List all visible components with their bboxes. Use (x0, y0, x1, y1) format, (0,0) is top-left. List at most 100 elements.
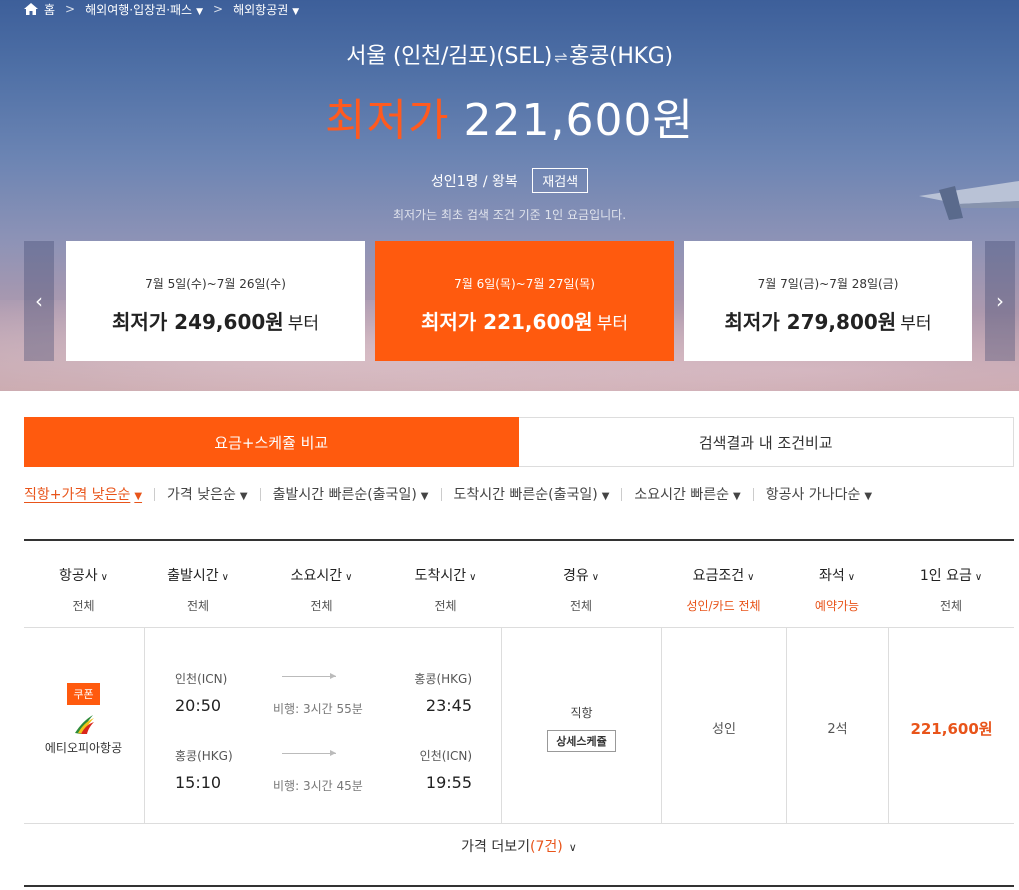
prev-dates-button[interactable]: ‹ (24, 241, 54, 361)
date-card-price: 최저가 221,600원 부터 (375, 306, 674, 335)
price-per-person[interactable]: 221,600원 (889, 718, 1014, 739)
fare-condition-cell: 성인 (661, 628, 786, 823)
flight-arrow-icon (282, 750, 336, 756)
via-cell: 직항 상세스케쥴 (501, 628, 661, 823)
column-airline: 항공사 ∨ 전체 (24, 541, 143, 628)
caret-down-icon: ▼ (292, 6, 300, 17)
column-header[interactable]: 경유 ∨ (501, 565, 661, 585)
price-cell[interactable]: 221,600원 (888, 628, 1014, 823)
column-filter[interactable]: 전체 (24, 597, 143, 614)
column-header[interactable]: 요금조건 ∨ (661, 565, 786, 585)
sort-direct-price-label: 직항+가격 낮은순 (24, 487, 131, 503)
coupon-badge: 쿠폰 (67, 683, 100, 705)
sort-airline[interactable]: 항공사 가나다순 ▼ (766, 484, 872, 504)
column-filter[interactable]: 전체 (253, 597, 390, 614)
seats-available: 2석 (827, 722, 848, 737)
sort-departure[interactable]: 출발시간 빠른순(출국일) ▼ (273, 484, 429, 504)
breadcrumb-home[interactable]: 홈 (44, 1, 55, 18)
column-header[interactable]: 출발시간 ∨ (143, 565, 253, 585)
arrival-time: 19:55 (425, 773, 472, 792)
column-header[interactable]: 1인 요금 ∨ (888, 565, 1014, 585)
lowest-price-headline: 최저가 221,600원 (0, 84, 1019, 148)
via-type: 직항 (570, 706, 593, 720)
breadcrumb-overseas-travel[interactable]: 해외여행·입장권·패스 ▼ (85, 1, 203, 18)
column-filter[interactable]: 전체 (501, 597, 661, 614)
tab-fare-schedule[interactable]: 요금+스케쥴 비교 (24, 417, 519, 467)
column-duration: 소요시간 ∨ 전체 (253, 541, 390, 628)
column-seats: 좌석 ∨ 예약가능 (786, 541, 888, 628)
chevron-down-icon: ∨ (568, 841, 577, 854)
column-header-label: 출발시간 (167, 568, 219, 584)
chevron-down-icon: ∨ (469, 572, 477, 583)
column-header[interactable]: 항공사 ∨ (24, 565, 143, 585)
sort-airline-label: 항공사 가나다순 (765, 487, 861, 503)
date-card-suffix: 부터 (287, 314, 319, 334)
passenger-summary: 성인1명 / 왕복 재검색 (0, 168, 1019, 193)
date-card-dates: 7월 7일(금)~7월 28일(금) (757, 277, 899, 291)
ethiopian-airlines-logo-icon (74, 715, 94, 734)
column-header[interactable]: 좌석 ∨ (786, 565, 888, 585)
table-row: 쿠폰 에티오피아항공 인천(ICN) 20:50 비행: 3시간 55분 홍콩(… (24, 628, 1014, 824)
chevron-right-icon: › (996, 289, 1004, 313)
chevron-down-icon: ∨ (591, 572, 600, 583)
research-button[interactable]: 재검색 (532, 168, 589, 193)
arrival-time: 23:45 (425, 696, 472, 715)
detail-schedule-button[interactable]: 상세스케쥴 (547, 730, 616, 752)
column-filter[interactable]: 전체 (390, 597, 501, 614)
column-header-label: 도착시간 (414, 568, 467, 584)
column-filter[interactable]: 전체 (143, 597, 253, 614)
arrival-airport: 홍콩(HKG) (414, 672, 472, 686)
date-card-dates: 7월 6일(목)~7월 27일(목) (454, 277, 595, 291)
date-card[interactable]: 7월 5일(수)~7월 26일(수) 최저가 249,600원 부터 (66, 241, 365, 361)
breadcrumb: 홈 > 해외여행·입장권·패스 ▼ > 해외항공권 ▼ (24, 0, 299, 18)
flight-duration: 비행: 3시간 55분 (273, 702, 363, 716)
sort-price[interactable]: 가격 낮은순 ▼ (167, 484, 248, 504)
tab-condition-compare[interactable]: 검색결과 내 조건비교 (518, 417, 1014, 467)
lowest-price-amount: 221,600원 (463, 95, 694, 146)
column-filter[interactable]: 성인/카드 전체 (661, 597, 786, 614)
column-departure: 출발시간 ∨ 전체 (143, 541, 253, 628)
chevron-down-icon: ∨ (221, 572, 229, 583)
outbound-leg: 인천(ICN) 20:50 비행: 3시간 55분 홍콩(HKG) 23:45 (145, 670, 502, 730)
chevron-left-icon: ‹ (35, 289, 43, 313)
arrival-airport: 인천(ICN) (419, 749, 472, 763)
divider (621, 487, 623, 501)
departure-airport: 인천(ICN) (175, 672, 228, 686)
sort-duration-label: 소요시간 빠른순 (634, 487, 730, 503)
date-card-dates: 7월 5일(수)~7월 26일(수) (145, 277, 286, 291)
route-origin: 서울 (인천/김포)(SEL) (346, 44, 553, 69)
date-card-price-value: 최저가 221,600원 (421, 310, 593, 334)
column-header[interactable]: 도착시간 ∨ (390, 565, 501, 585)
chevron-down-icon: ∨ (345, 572, 353, 583)
next-dates-button[interactable]: › (985, 241, 1015, 361)
table-bottom-border (24, 885, 1014, 887)
caret-down-icon: ▼ (420, 491, 429, 502)
route-destination: 홍콩(HKG) (569, 44, 673, 69)
date-card[interactable]: 7월 7일(금)~7월 28일(금) 최저가 279,800원 부터 (684, 241, 972, 361)
result-tabs: 요금+스케쥴 비교 검색결과 내 조건비교 (24, 417, 1014, 467)
price-note: 최저가는 최초 검색 조건 기준 1인 요금입니다. (392, 208, 627, 222)
column-header[interactable]: 소요시간 ∨ (253, 565, 390, 585)
schedule-cell: 인천(ICN) 20:50 비행: 3시간 55분 홍콩(HKG) 23:45 … (144, 628, 501, 823)
fare-condition: 성인 (712, 722, 736, 737)
sort-arrival[interactable]: 도착시간 빠른순(출국일) ▼ (454, 484, 610, 504)
more-prices-button[interactable]: 가격 더보기(7건) ∨ (24, 836, 1014, 856)
home-icon[interactable] (24, 3, 38, 15)
sort-duration[interactable]: 소요시간 빠른순 ▼ (634, 484, 740, 504)
sort-bar: 직항+가격 낮은순 ▼ 가격 낮은순 ▼ 출발시간 빠른순(출국일) ▼ 도착시간 빠… (24, 484, 872, 504)
column-filter[interactable]: 전체 (888, 597, 1014, 614)
column-price: 1인 요금 ∨ 전체 (888, 541, 1014, 628)
caret-down-icon: ▼ (733, 491, 741, 502)
departure-time: 15:10 (175, 773, 222, 792)
column-filter[interactable]: 예약가능 (786, 597, 888, 614)
breadcrumb-overseas-flights[interactable]: 해외항공권 ▼ (233, 1, 299, 18)
chevron-right-icon: > (213, 2, 224, 16)
chevron-down-icon: ∨ (974, 572, 983, 583)
date-card-selected[interactable]: 7월 6일(목)~7월 27일(목) 최저가 221,600원 부터 (375, 241, 674, 361)
sort-direct-price[interactable]: 직항+가격 낮은순 ▼ (24, 484, 142, 504)
sort-departure-label: 출발시간 빠른순(출국일) (272, 487, 417, 503)
flight-duration: 비행: 3시간 45분 (273, 779, 363, 793)
column-arrival: 도착시간 ∨ 전체 (390, 541, 501, 628)
date-card-suffix: 부터 (900, 314, 932, 334)
airline-name: 에티오피아항공 (44, 741, 123, 755)
